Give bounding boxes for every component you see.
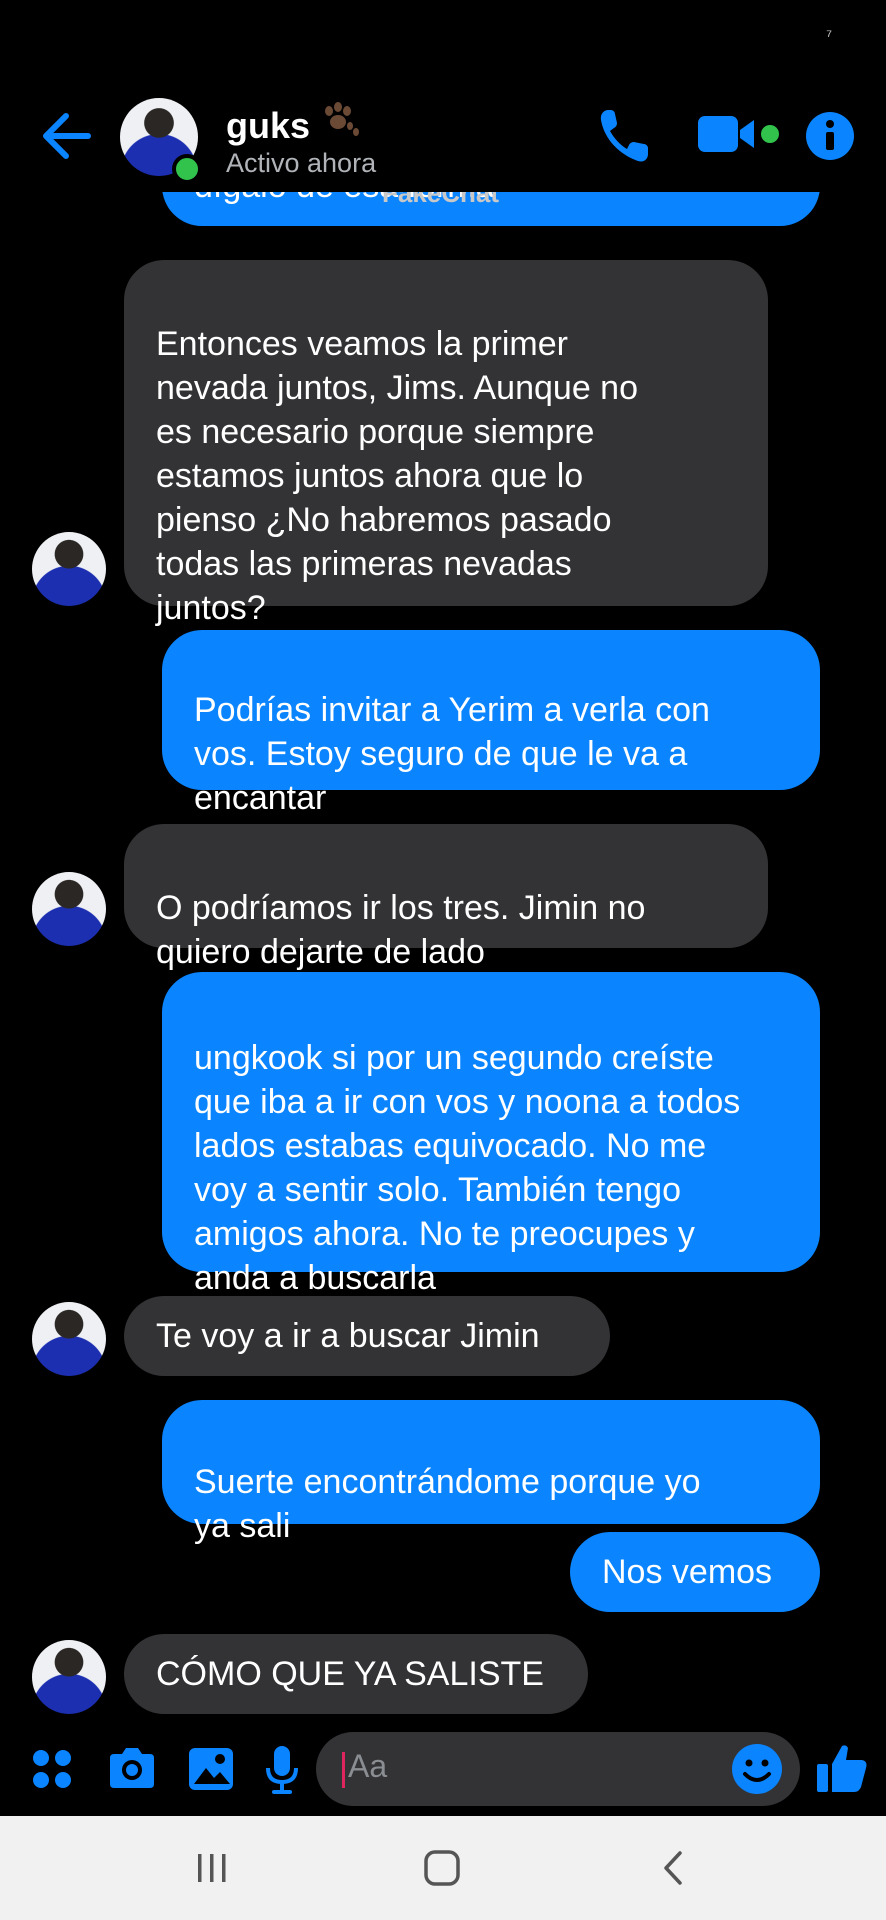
message-bubble-incoming[interactable]: Te voy a ir a buscar Jimin <box>124 1296 610 1376</box>
system-navigation-bar <box>0 1816 886 1920</box>
home-button[interactable] <box>422 1850 462 1891</box>
message-text: Te voy a ir a buscar Jimin <box>156 1317 540 1355</box>
message-bubble-outgoing[interactable]: ungkook si por un segundo creíste que ib… <box>162 972 820 1297</box>
watermark: FakeChat <box>382 192 500 208</box>
camera-button[interactable] <box>106 1740 158 1801</box>
message-text: Nos vemos <box>602 1553 773 1591</box>
recent-apps-icon <box>198 1854 226 1882</box>
chat-header: guks Activo ahora <box>0 80 886 192</box>
online-indicator <box>172 154 202 184</box>
apps-button[interactable] <box>30 1740 76 1801</box>
voice-record-button[interactable] <box>262 1740 302 1801</box>
contact-avatar-small[interactable] <box>32 1302 106 1376</box>
status-indicator: ⁷ <box>826 28 832 45</box>
recent-apps-button[interactable] <box>194 1850 230 1891</box>
message-text: Entonces veamos la primer nevada juntos,… <box>156 325 638 627</box>
status-bar: ⁷ <box>0 0 886 80</box>
like-button[interactable] <box>814 1740 870 1801</box>
microphone-icon <box>266 1746 298 1794</box>
thumbs-up-icon <box>817 1745 867 1792</box>
image-icon <box>189 1748 233 1790</box>
message-text: O podríamos ir los tres. Jimin no quiero… <box>156 889 646 971</box>
video-camera-icon <box>698 116 779 152</box>
home-icon <box>424 1850 460 1886</box>
system-back-button[interactable] <box>656 1850 692 1891</box>
video-call-button[interactable] <box>696 106 780 171</box>
message-text: Podrías invitar a Yerim a verla con vos.… <box>194 691 710 817</box>
phone-icon <box>600 110 648 162</box>
contact-avatar-small[interactable] <box>32 872 106 946</box>
smiley-icon <box>732 1744 782 1794</box>
arrow-left-icon <box>43 113 91 159</box>
camera-icon <box>110 1748 154 1788</box>
message-bubble-outgoing[interactable]: Nos vemos <box>570 1532 820 1612</box>
message-input[interactable]: Aa <box>316 1732 800 1806</box>
message-bubble-incoming[interactable]: CÓMO QUE YA SALISTE <box>124 1634 588 1714</box>
message-bubble-incoming[interactable]: Entonces veamos la primer nevada juntos,… <box>124 260 768 627</box>
message-composer: Aa <box>0 1720 886 1816</box>
message-list[interactable]: FakeChat dígalo de esa forma Entonces ve… <box>0 192 886 1720</box>
gallery-button[interactable] <box>186 1740 236 1801</box>
message-bubble-incoming[interactable]: O podríamos ir los tres. Jimin no quiero… <box>124 824 768 971</box>
message-bubble-outgoing[interactable]: Suerte encontrándome porque yo ya sali <box>162 1400 820 1545</box>
message-bubble-outgoing[interactable]: Podrías invitar a Yerim a verla con vos.… <box>162 630 820 817</box>
message-text: ungkook si por un segundo creíste que ib… <box>194 1039 741 1297</box>
contact-avatar-small[interactable] <box>32 1640 106 1714</box>
contact-name: guks <box>226 105 311 146</box>
message-text: CÓMO QUE YA SALISTE <box>156 1655 544 1693</box>
paw-prints-emoji <box>318 98 360 149</box>
contact-avatar-small[interactable] <box>32 532 106 606</box>
message-input-placeholder: Aa <box>348 1748 388 1784</box>
info-button[interactable] <box>804 106 858 171</box>
grid-icon <box>33 1750 71 1788</box>
contact-status: Activo ahora <box>226 148 377 178</box>
call-button[interactable] <box>596 106 652 171</box>
chevron-left-icon <box>664 1851 682 1885</box>
info-icon <box>806 112 854 160</box>
emoji-button[interactable] <box>730 1742 784 1801</box>
text-caret <box>342 1752 345 1788</box>
contact-name-row[interactable]: guks <box>226 98 360 149</box>
back-button[interactable] <box>40 108 96 164</box>
